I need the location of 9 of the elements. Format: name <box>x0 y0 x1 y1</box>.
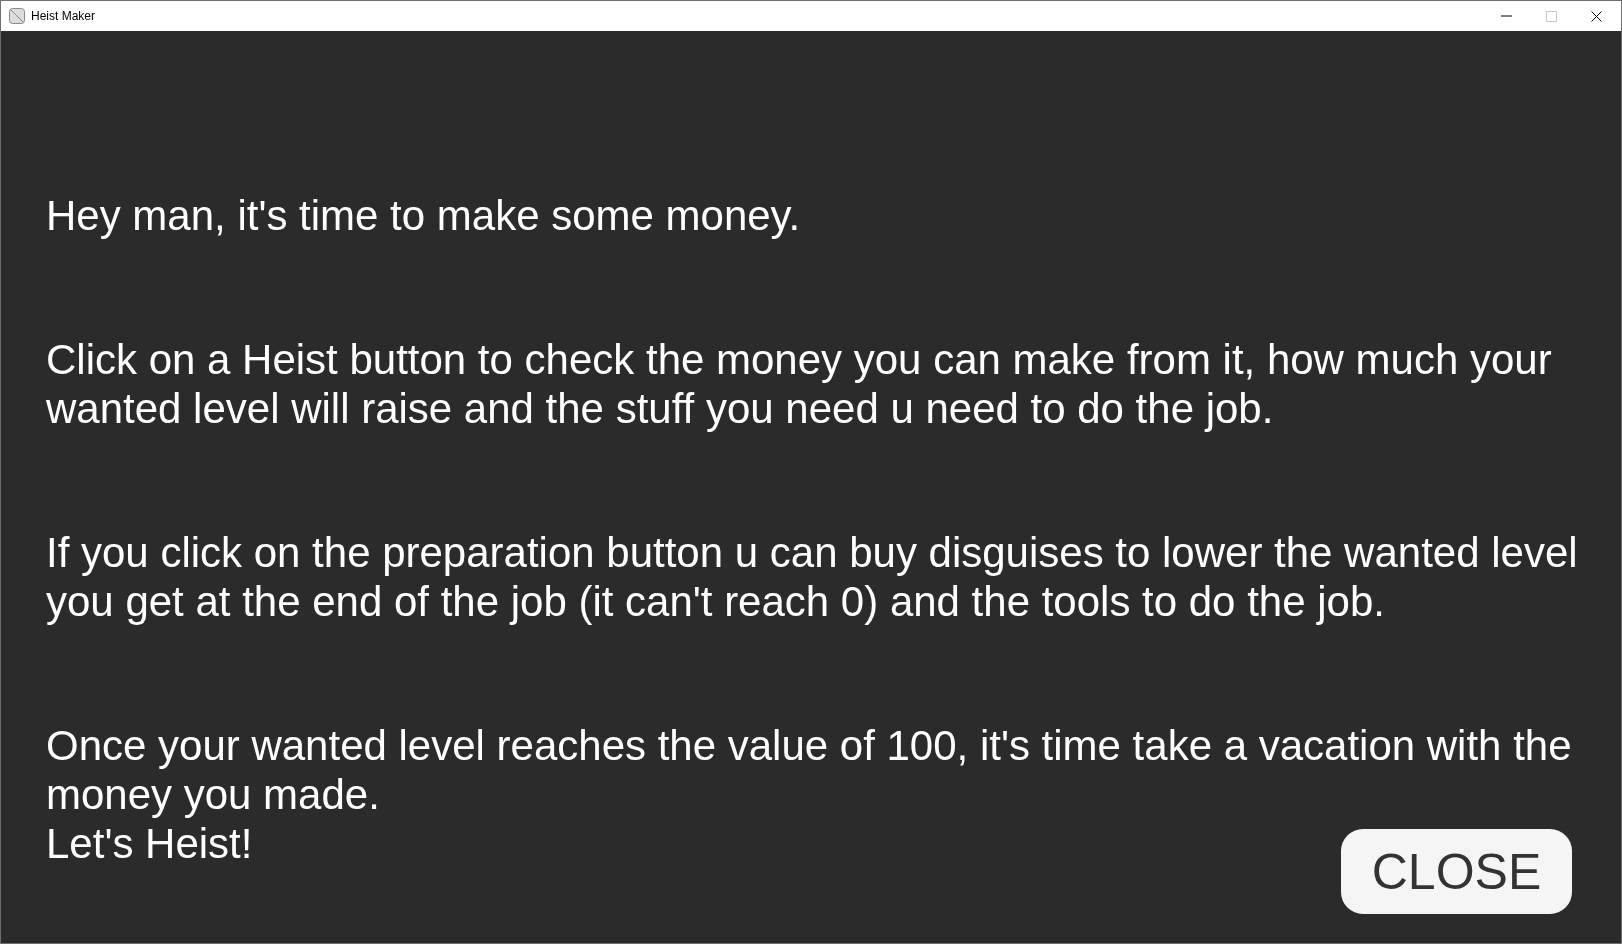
app-icon <box>9 8 25 24</box>
instruction-text: Click on a Heist button to check the money you can make from it, how much your wanted level will raise and the stuff you need u need to do the job. <box>46 335 1553 433</box>
close-button[interactable]: CLOSE <box>1341 829 1572 914</box>
window-title: Heist Maker <box>31 8 95 25</box>
close-icon[interactable] <box>1591 10 1602 22</box>
instruction-text: Once your wanted level reaches the value of 100, it's time take a vacation with the money you made. <box>46 721 1573 819</box>
instruction-text: If you click on the preparation button u can buy disguises to lower the wanted level you get at the end of the job (it can't reach 0) and the tools to do the job. <box>46 528 1579 626</box>
closing-text: Let's Heist! <box>46 819 253 868</box>
instruction-text: Hey man, it's time to make some money. <box>46 191 802 240</box>
